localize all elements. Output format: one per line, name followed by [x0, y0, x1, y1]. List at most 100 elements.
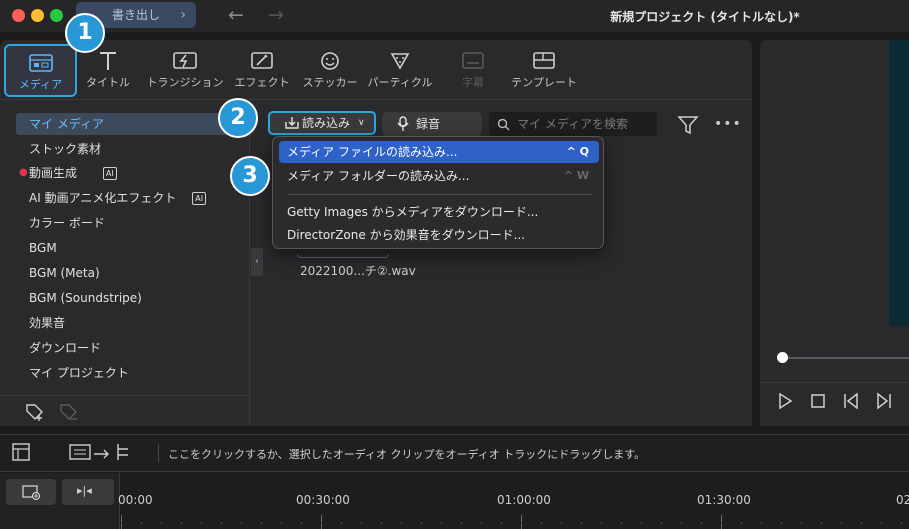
preview-panel	[760, 40, 909, 426]
sidebar-item-bgm[interactable]: BGM	[16, 237, 244, 259]
filter-icon[interactable]	[677, 114, 699, 136]
media-thumbnail[interactable]	[297, 254, 389, 258]
add-to-track-icon[interactable]	[68, 441, 134, 463]
tab-subtitle[interactable]: 字幕	[450, 40, 496, 100]
tab-sticker[interactable]: ステッカー	[298, 40, 362, 100]
record-button[interactable]: 録音	[382, 112, 482, 136]
import-button[interactable]: 読み込み ∨	[268, 111, 376, 135]
undo-icon[interactable]: ←	[228, 4, 244, 26]
menu-item-import-media-folder[interactable]: メディア フォルダーの読み込み... ^ W	[279, 165, 599, 187]
menu-item-label: DirectorZone から効果音をダウンロード...	[287, 228, 526, 242]
new-dot-icon: ●	[19, 167, 28, 178]
fit-icon: ▸|◂	[77, 484, 92, 497]
tab-template-label: テンプレート	[511, 76, 577, 89]
title-icon	[100, 52, 116, 70]
tab-media-label: メディア	[18, 78, 63, 91]
sidebar-item-label: ダウンロード	[29, 341, 102, 355]
step-badge-1: 1	[65, 13, 105, 53]
tab-sticker-label: ステッカー	[302, 76, 358, 89]
play-icon[interactable]	[775, 391, 795, 411]
search-input[interactable]: マイ メディアを検索	[489, 112, 657, 136]
chevron-down-icon: ∨	[358, 118, 365, 128]
tab-transition-label: トランジション	[146, 76, 224, 89]
sidebar-item-label: BGM (Soundstripe)	[29, 291, 142, 305]
menu-item-label: メディア ファイルの読み込み...	[287, 145, 458, 159]
tab-particle[interactable]: パーティクル	[364, 40, 436, 100]
search-icon	[497, 118, 510, 131]
search-placeholder: マイ メディアを検索	[517, 117, 628, 131]
ai-badge-icon: AI	[102, 167, 117, 180]
ruler-label: 00:00	[118, 493, 153, 507]
add-media-track-button[interactable]	[6, 479, 56, 505]
ruler-label: 02	[896, 493, 909, 507]
more-options-icon[interactable]: •••	[714, 116, 742, 132]
stop-icon[interactable]	[808, 391, 828, 411]
previous-frame-icon[interactable]	[841, 391, 861, 411]
menu-item-import-media-files[interactable]: メディア ファイルの読み込み... ^ Q	[279, 141, 599, 163]
import-icon	[285, 117, 299, 129]
ai-badge-icon: AI	[192, 192, 207, 205]
redo-icon[interactable]: →	[268, 4, 284, 26]
ruler-label: 01:00:00	[497, 493, 551, 507]
ruler-minor-ticks	[121, 522, 909, 524]
menu-item-getty-images[interactable]: Getty Images からメディアをダウンロード...	[279, 201, 599, 223]
tab-effect[interactable]: エフェクト	[232, 40, 292, 100]
ruler-label: 01:30:00	[697, 493, 751, 507]
tab-transition[interactable]: トランジション	[144, 40, 226, 100]
sidebar-item-stock[interactable]: ストック素材	[16, 138, 244, 160]
chevron-right-icon: ›	[180, 7, 186, 23]
add-track-icon	[22, 485, 41, 501]
add-tag-icon[interactable]	[24, 402, 46, 422]
media-icon	[28, 54, 53, 72]
sidebar-item-label: BGM	[29, 241, 57, 255]
remove-tag-icon[interactable]	[58, 402, 80, 422]
sidebar-item-label: マイ プロジェクト	[29, 366, 129, 380]
tab-media[interactable]: メディア	[4, 44, 77, 97]
sidebar-item-label: カラー ボード	[29, 216, 105, 230]
ruler-label: 00:30:00	[296, 493, 350, 507]
sidebar-item-ai-anime-effect[interactable]: AI 動画アニメ化エフェクト AI	[16, 187, 244, 209]
project-title: 新規プロジェクト (タイトルなし)*	[610, 10, 800, 24]
menu-separator	[287, 194, 592, 195]
app-window: 書き出し › ← → 新規プロジェクト (タイトルなし)* メディア タイトル …	[0, 0, 909, 529]
fit-timeline-button[interactable]: ▸|◂	[62, 479, 114, 505]
sidebar-item-my-media[interactable]: マイ メディア	[16, 113, 244, 135]
record-label: 録音	[416, 117, 441, 131]
sidebar-item-bgm-soundstripe[interactable]: BGM (Soundstripe)	[16, 287, 244, 309]
menu-item-directorzone[interactable]: DirectorZone から効果音をダウンロード...	[279, 224, 599, 246]
sidebar-item-color-board[interactable]: カラー ボード	[16, 212, 244, 234]
tab-particle-label: パーティクル	[367, 76, 433, 89]
import-menu: メディア ファイルの読み込み... ^ Q メディア フォルダーの読み込み...…	[272, 136, 604, 249]
export-label: 書き出し	[112, 8, 161, 22]
track-manager-icon[interactable]	[10, 441, 32, 463]
sidebar-item-sound-effects[interactable]: 効果音	[16, 312, 244, 334]
toolbar-divider	[158, 444, 159, 462]
sidebar-item-label: マイ メディア	[29, 117, 104, 131]
tab-subtitle-label: 字幕	[462, 76, 484, 89]
step-badge-3: 3	[230, 156, 270, 196]
close-window-button[interactable]	[12, 9, 25, 22]
minimize-window-button[interactable]	[31, 9, 44, 22]
preview-scrub-handle[interactable]	[777, 352, 788, 363]
effect-icon	[251, 52, 273, 69]
transition-icon	[173, 52, 197, 69]
import-label: 読み込み	[302, 116, 351, 130]
sidebar-item-label: BGM (Meta)	[29, 266, 100, 280]
tab-title-label: タイトル	[86, 76, 130, 89]
sidebar-item-label: AI 動画アニメ化エフェクト	[29, 191, 177, 205]
microphone-icon	[397, 116, 409, 131]
sidebar-item-bgm-meta[interactable]: BGM (Meta)	[16, 262, 244, 284]
template-icon	[533, 52, 555, 69]
collapse-sidebar-button[interactable]: ‹	[251, 248, 263, 276]
sidebar-item-video-generation[interactable]: ● 動画生成 AI	[16, 162, 244, 184]
sidebar-item-downloads[interactable]: ダウンロード	[16, 337, 244, 359]
sidebar-item-label: 動画生成	[29, 166, 78, 180]
tab-effect-label: エフェクト	[234, 76, 290, 89]
sidebar-item-label: 効果音	[29, 316, 66, 330]
tab-template[interactable]: テンプレート	[504, 40, 584, 100]
zoom-window-button[interactable]	[50, 9, 63, 22]
sidebar-item-label: ストック素材	[29, 142, 102, 156]
sidebar-item-my-projects[interactable]: マイ プロジェクト	[16, 362, 244, 384]
next-frame-icon[interactable]	[874, 391, 894, 411]
preview-scrub-track[interactable]	[783, 357, 909, 359]
